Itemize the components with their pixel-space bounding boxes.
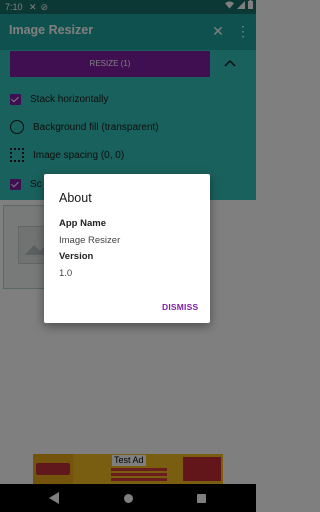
about-dialog: About App Name Image Resizer Version 1.0… — [44, 174, 210, 323]
screen: 7:10 ✕ ⊘ Image Resizer ✕ ⋮ RESIZE (1) St… — [0, 0, 256, 512]
dialog-title: About — [59, 191, 92, 205]
app-name-value: Image Resizer — [59, 235, 121, 246]
app-name-label: App Name — [59, 218, 106, 229]
dismiss-button[interactable]: DISMISS — [162, 302, 198, 312]
version-label: Version — [59, 251, 94, 262]
version-value: 1.0 — [59, 268, 73, 279]
